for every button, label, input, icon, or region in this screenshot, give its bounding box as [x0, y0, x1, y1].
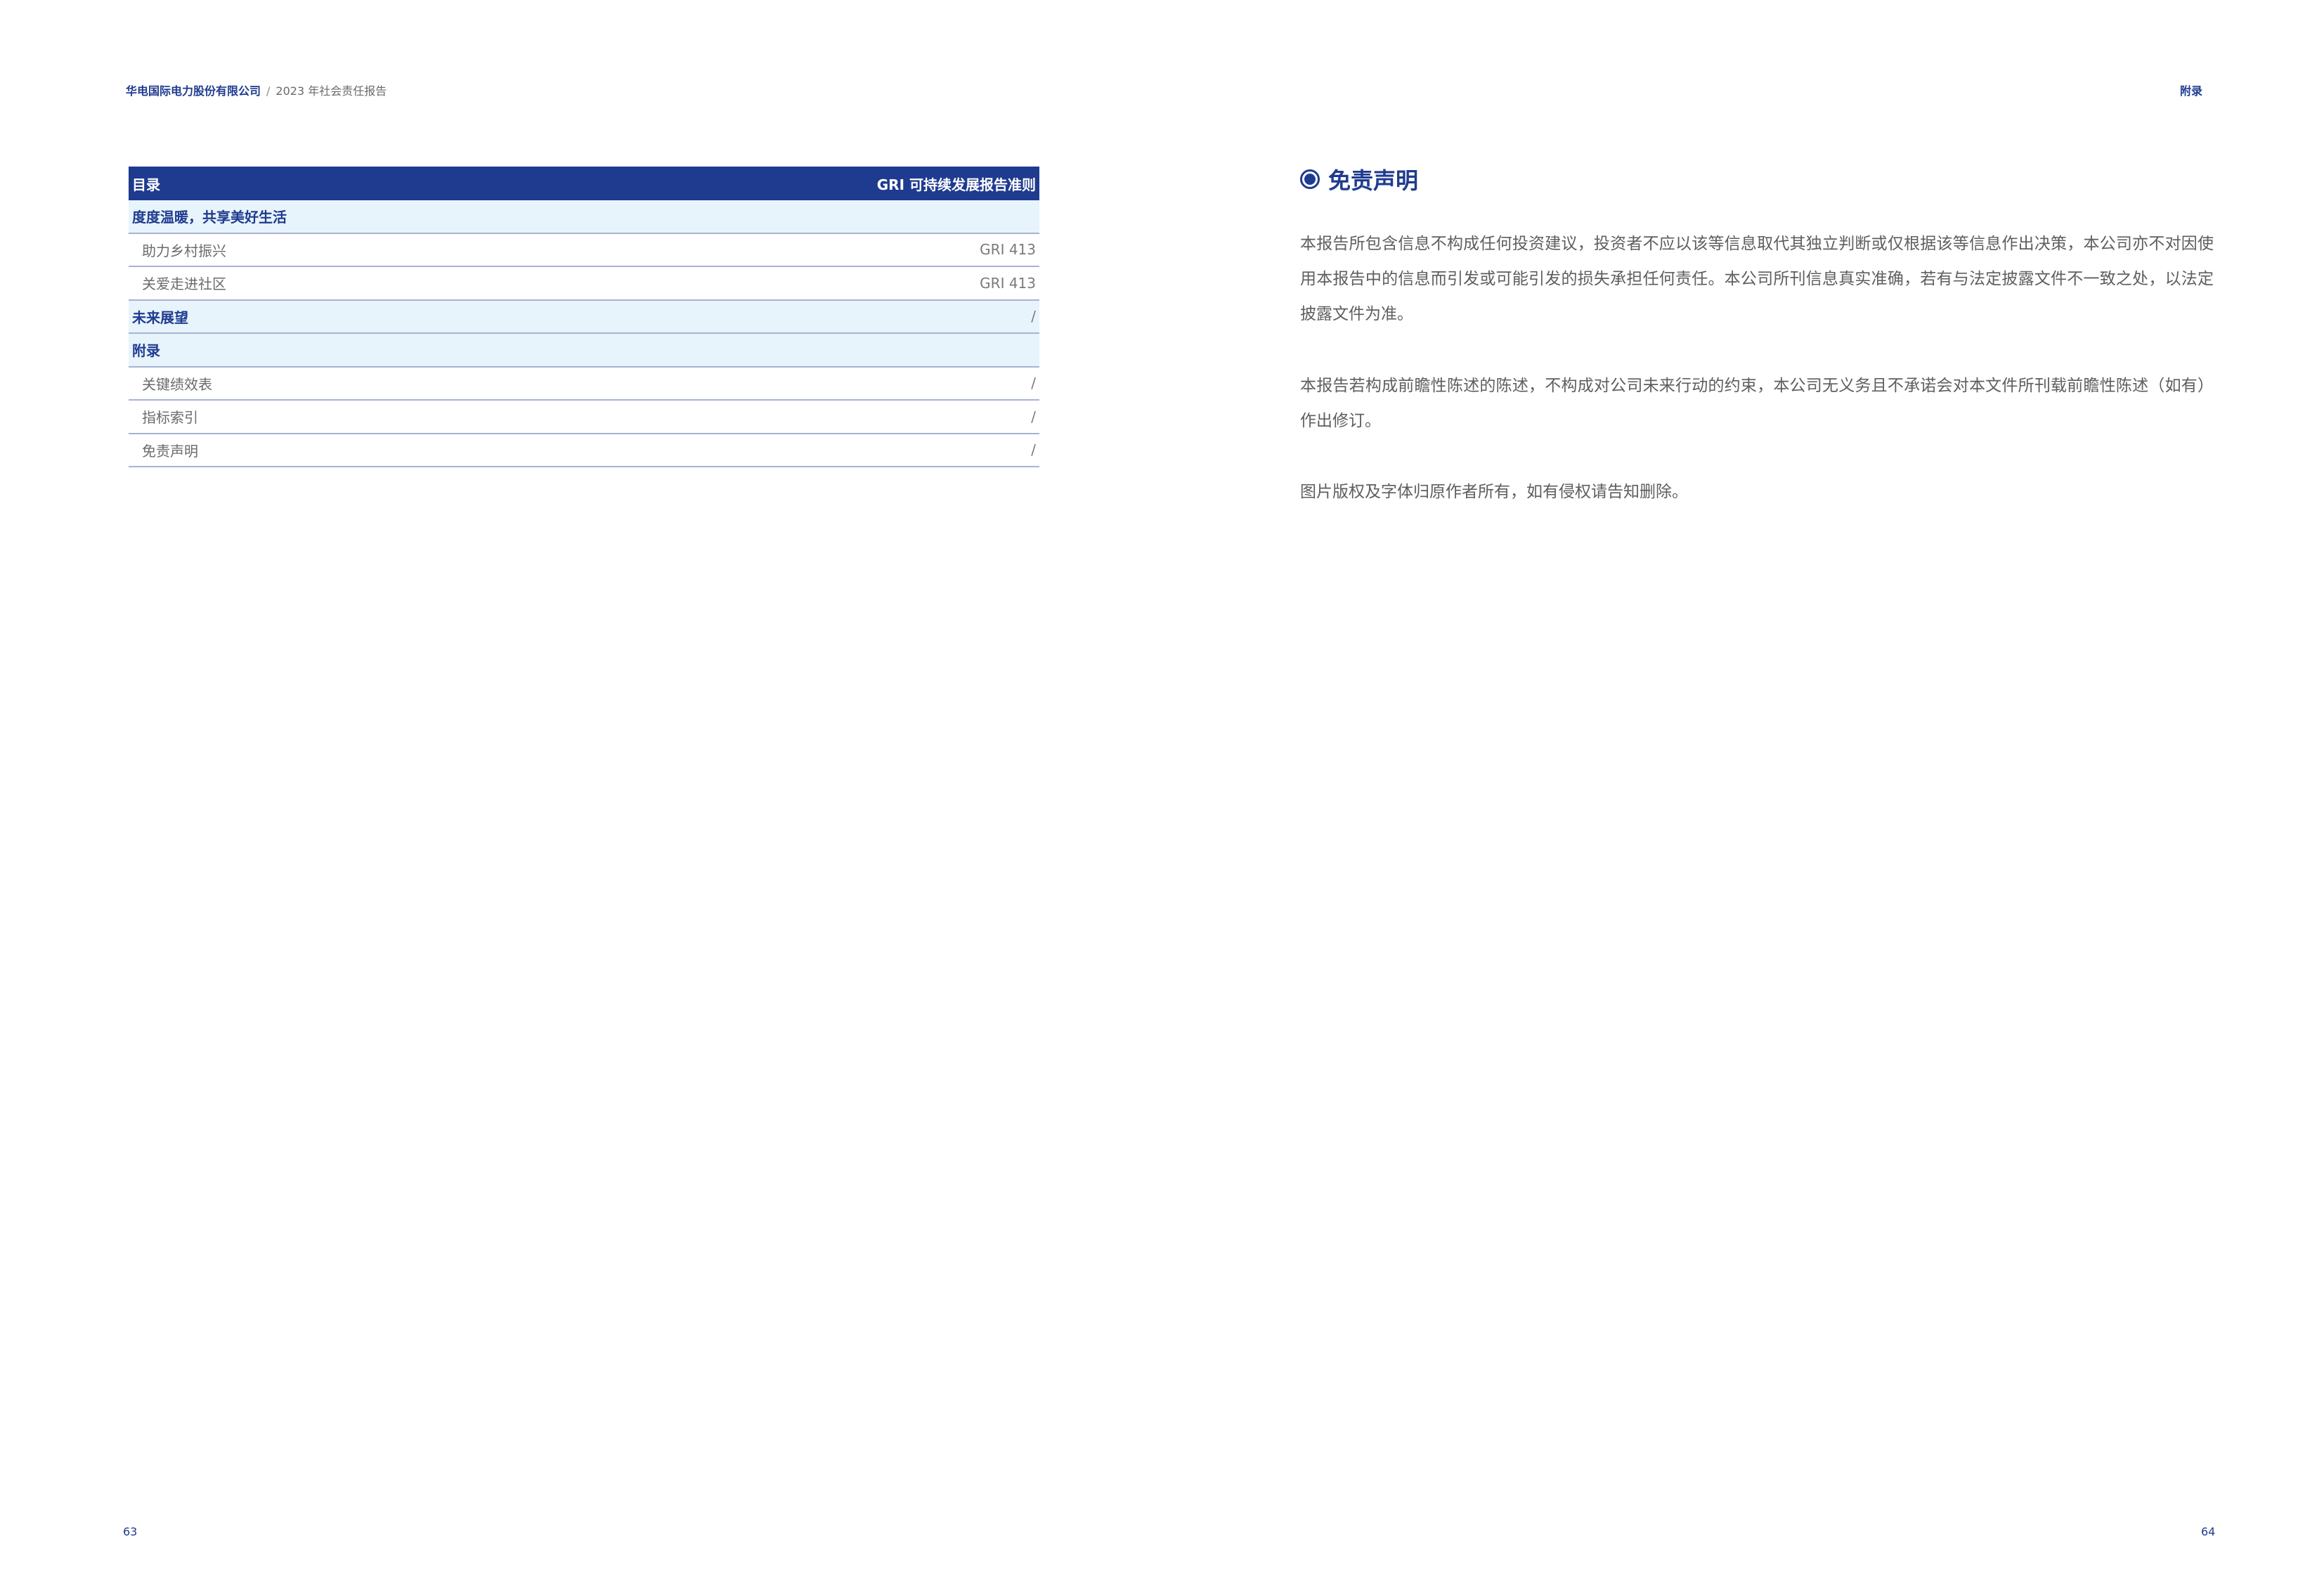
row-label: 指标索引 — [142, 409, 198, 427]
row-label: 附录 — [132, 342, 160, 360]
company-name: 华电国际电力股份有限公司 — [126, 84, 261, 98]
table-header-row: 目录 GRI 可持续发展报告准则 — [129, 167, 1039, 200]
section-header: 附录 — [2179, 84, 2202, 98]
row-value: GRI 413 — [980, 241, 1036, 259]
radio-bullet-icon — [1300, 169, 1320, 189]
page-number-left: 63 — [123, 1525, 138, 1538]
header-separator: / — [266, 84, 271, 98]
table-row: 度度温暖，共享美好生活 — [129, 200, 1039, 234]
table-row: 未来展望 / — [129, 300, 1039, 334]
row-label: 关爱走进社区 — [142, 275, 226, 293]
page-number-right: 64 — [2201, 1525, 2216, 1538]
gri-index-table: 目录 GRI 可持续发展报告准则 度度温暖，共享美好生活 助力乡村振兴 GRI … — [129, 167, 1039, 467]
table-row: 指标索引 / — [129, 401, 1039, 434]
row-label: 助力乡村振兴 — [142, 242, 226, 259]
table-row: 关键绩效表 / — [129, 367, 1039, 401]
disclaimer-paragraph-2: 本报告若构成前瞻性陈述的陈述，不构成对公司未来行动的约束，本公司无义务且不承诺会… — [1300, 377, 2214, 430]
disclaimer-heading: 免责声明 — [1300, 163, 1418, 195]
row-label: 关键绩效表 — [142, 375, 212, 393]
report-name: 2023 年社会责任报告 — [275, 84, 387, 98]
row-value: GRI 413 — [980, 274, 1036, 292]
disclaimer-title: 免责声明 — [1328, 167, 1419, 194]
row-value: / — [1031, 375, 1036, 392]
table-header-contents: 目录 — [132, 176, 160, 193]
row-value: / — [1031, 408, 1036, 425]
disclaimer-paragraph-1: 本报告所包含信息不构成任何投资建议，投资者不应以该等信息取代其独立判断或仅根据该… — [1300, 235, 2214, 323]
row-value: / — [1031, 441, 1036, 459]
running-header: 华电国际电力股份有限公司 / 2023 年社会责任报告 — [126, 82, 387, 98]
disclaimer-paragraph-3: 图片版权及字体归原作者所有，如有侵权请告知删除。 — [1300, 483, 1688, 501]
row-label: 免责声明 — [142, 442, 198, 460]
table-header-gri: GRI 可持续发展报告准则 — [876, 176, 1036, 193]
row-label: 未来展望 — [132, 309, 188, 326]
table-row: 免责声明 / — [129, 434, 1039, 467]
table-row: 关爱走进社区 GRI 413 — [129, 267, 1039, 301]
table-row: 助力乡村振兴 GRI 413 — [129, 233, 1039, 267]
row-label: 度度温暖，共享美好生活 — [132, 209, 287, 226]
row-value: / — [1031, 308, 1036, 325]
table-row: 附录 — [129, 334, 1039, 368]
